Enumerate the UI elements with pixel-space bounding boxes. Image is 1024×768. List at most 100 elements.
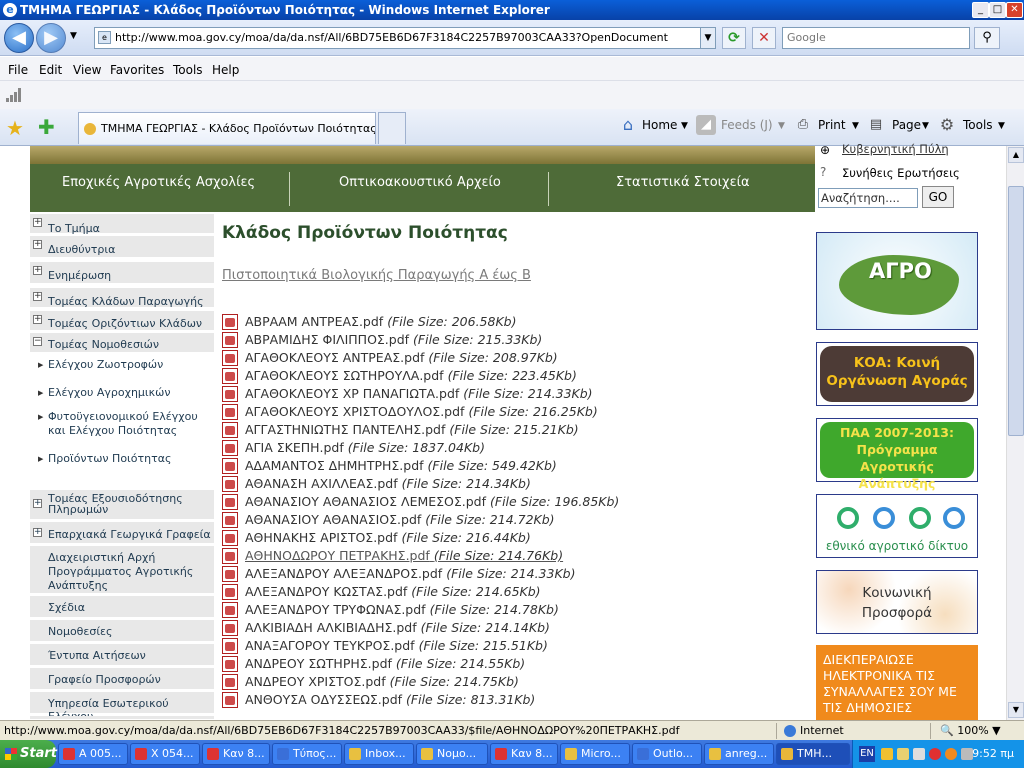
site-search-button[interactable]: GO bbox=[922, 186, 954, 208]
file-name[interactable]: ΑΛΕΞΑΝΔΡΟΥ ΚΩΣΤΑΣ.pdf bbox=[245, 584, 407, 599]
file-name[interactable]: ΑΔΑΜΑΝΤΟΣ ΔΗΜΗΤΡΗΣ.pdf bbox=[245, 458, 424, 473]
file-name[interactable]: ΑΓΑΘΟΚΛΕΟΥΣ ΑΝΤΡΕΑΣ.pdf bbox=[245, 350, 424, 365]
expand-icon[interactable]: + bbox=[33, 315, 42, 324]
file-link[interactable]: ΑΝΔΡΕΟΥ ΧΡΙΣΤΟΣ.pdf (File Size: 214.75Kb… bbox=[245, 674, 519, 689]
vertical-scrollbar[interactable]: ▲ ▼ bbox=[1006, 146, 1024, 720]
antivirus-tray-icon[interactable] bbox=[929, 748, 941, 760]
address-input[interactable]: e http://www.moa.gov.cy/moa/da/da.nsf/Al… bbox=[94, 27, 716, 49]
menu-file[interactable]: File bbox=[8, 63, 28, 77]
file-name[interactable]: ΑΝΘΟΥΣΑ ΟΔΥΣΣΕΩΣ.pdf bbox=[245, 692, 402, 707]
expand-icon[interactable]: + bbox=[33, 292, 42, 301]
taskbar-button[interactable]: Καν 8... bbox=[490, 743, 558, 765]
pdf-icon[interactable] bbox=[222, 350, 238, 366]
scroll-thumb[interactable] bbox=[1008, 186, 1024, 436]
update-tray-icon[interactable] bbox=[945, 748, 957, 760]
scroll-down-icon[interactable]: ▼ bbox=[1008, 702, 1024, 718]
file-link[interactable]: ΑΘΑΝΑΣΙΟΥ ΑΘΑΝΑΣΙΟΣ.pdf (File Size: 214.… bbox=[245, 512, 555, 527]
leftnav-sub-phytosanitary[interactable]: ▶ Φυτοϋγειονομικού Ελέγχου και Ελέγχου Π… bbox=[30, 410, 214, 442]
file-name[interactable]: ΑΓΑΘΟΚΛΕΟΥΣ ΧΡ ΠΑΝΑΓΙΩΤΑ.pdf bbox=[245, 386, 459, 401]
taskbar-button[interactable]: ΤΜΗ... bbox=[776, 743, 850, 765]
file-link[interactable]: ΑΝΘΟΥΣΑ ΟΔΥΣΣΕΩΣ.pdf (File Size: 813.31K… bbox=[245, 692, 535, 707]
file-link[interactable]: ΑΓΙΑ ΣΚΕΠΗ.pdf (File Size: 1837.04Kb) bbox=[245, 440, 485, 455]
taskbar-button[interactable]: Νομο... bbox=[416, 743, 488, 765]
leftnav-item-payment-authority[interactable]: + Τομέας Εξουσιοδότησης Πληρωμών bbox=[30, 490, 214, 520]
file-link[interactable]: ΑΛΕΞΑΝΔΡΟΥ ΚΩΣΤΑΣ.pdf (File Size: 214.65… bbox=[245, 584, 541, 599]
network-tray-icon[interactable] bbox=[913, 748, 925, 760]
leftnav-sub-quality-products[interactable]: ▶ Προϊόντων Ποιότητας bbox=[30, 452, 214, 470]
expand-icon[interactable]: + bbox=[33, 499, 42, 508]
file-name[interactable]: ΑΝΔΡΕΟΥ ΣΩΤΗΡΗΣ.pdf bbox=[245, 656, 392, 671]
leftnav-item-internal-audit[interactable]: Υπηρεσία Εσωτερικού Ελέγχου bbox=[30, 692, 214, 723]
leftnav-item-legislations[interactable]: Νομοθεσίες bbox=[30, 620, 214, 642]
history-dropdown-icon[interactable]: ▼ bbox=[70, 31, 77, 41]
expand-icon[interactable]: + bbox=[33, 218, 42, 227]
menu-view[interactable]: View bbox=[73, 63, 101, 77]
leftnav-item-tenders-office[interactable]: Γραφείο Προσφορών bbox=[30, 668, 214, 690]
banner-paa[interactable]: ΠΑΑ 2007-2013: Πρόγραμμα Αγροτικής Ανάπτ… bbox=[816, 418, 978, 491]
leftnav-item-production-sectors[interactable]: + Τομέας Κλάδων Παραγωγής bbox=[30, 288, 214, 308]
file-link[interactable]: ΑΛΚΙΒΙΑΔΗ ΑΛΚΙΒΙΑΔΗΣ.pdf (File Size: 214… bbox=[245, 620, 550, 635]
file-link[interactable]: ΑΛΕΞΑΝΔΡΟΥ ΤΡΥΦΩΝΑΣ.pdf (File Size: 214.… bbox=[245, 602, 559, 617]
outlook-tray-icon[interactable] bbox=[897, 748, 909, 760]
pdf-icon[interactable] bbox=[222, 314, 238, 330]
taskbar-button[interactable]: Outlo... bbox=[632, 743, 702, 765]
nav-audiovisual-archive[interactable]: Οπτικοακουστικό Αρχείο bbox=[339, 175, 501, 190]
maximize-button[interactable]: □ bbox=[989, 2, 1006, 18]
banner-koa[interactable]: ΚΟΑ: Κοινή Οργάνωση Αγοράς bbox=[816, 342, 978, 406]
file-name[interactable]: ΑΒΡΑΑΜ ΑΝΤΡΕΑΣ.pdf bbox=[245, 314, 383, 329]
pdf-icon[interactable] bbox=[222, 584, 238, 600]
pdf-icon[interactable] bbox=[222, 512, 238, 528]
print-icon[interactable]: ⎙ bbox=[793, 115, 813, 135]
leftnav-sub-agrochemicals[interactable]: ▶ Ελέγχου Αγροχημικών bbox=[30, 386, 214, 404]
file-name[interactable]: ΑΓΓΑΣΤΗΝΙΩΤΗΣ ΠΑΝΤΕΛΗΣ.pdf bbox=[245, 422, 445, 437]
address-dropdown-icon[interactable]: ▼ bbox=[700, 28, 715, 48]
file-link[interactable]: ΑΒΡΑΜΙΔΗΣ ΦΙΛΙΠΠΟΣ.pdf (File Size: 215.3… bbox=[245, 332, 542, 347]
pdf-icon[interactable] bbox=[222, 566, 238, 582]
taskbar-button[interactable]: A 005... bbox=[58, 743, 128, 765]
tools-dropdown-icon[interactable]: ▼ bbox=[998, 121, 1005, 131]
taskbar-button[interactable]: Micro... bbox=[560, 743, 630, 765]
taskbar-button[interactable]: Καν 8... bbox=[202, 743, 270, 765]
pdf-icon[interactable] bbox=[222, 602, 238, 618]
leftnav-item-application-forms[interactable]: Έντυπα Αιτήσεων bbox=[30, 644, 214, 666]
banner-agro[interactable]: ΑΓΡΟ bbox=[816, 232, 978, 330]
search-input[interactable]: Google bbox=[782, 27, 970, 49]
file-name[interactable]: ΑΘΑΝΑΣΗ ΑΧΙΛΛΕΑΣ.pdf bbox=[245, 476, 398, 491]
file-link[interactable]: ΑΓΑΘΟΚΛΕΟΥΣ ΧΡ ΠΑΝΑΓΙΩΤΑ.pdf (File Size:… bbox=[245, 386, 593, 401]
expand-icon[interactable]: + bbox=[33, 528, 42, 537]
leftnav-item-director[interactable]: + Διευθύντρια bbox=[30, 236, 214, 258]
pdf-icon[interactable] bbox=[222, 476, 238, 492]
file-name[interactable]: ΑΛΕΞΑΝΔΡΟΥ ΤΡΥΦΩΝΑΣ.pdf bbox=[245, 602, 426, 617]
leftnav-item-department[interactable]: + Το Τμήμα bbox=[30, 214, 214, 235]
pdf-icon[interactable] bbox=[222, 368, 238, 384]
page-menu-button[interactable]: Page bbox=[892, 118, 921, 132]
print-dropdown-icon[interactable]: ▼ bbox=[852, 121, 859, 131]
file-link[interactable]: ΑΘΑΝΑΣΙΟΥ ΑΘΑΝΑΣΙΟΣ ΛΕΜΕΣΟΣ.pdf (File Si… bbox=[245, 494, 619, 509]
add-favorite-icon[interactable]: ✚ bbox=[38, 115, 55, 139]
back-icon[interactable]: ◀ bbox=[4, 23, 34, 53]
file-link[interactable]: ΑΓΑΘΟΚΛΕΟΥΣ ΑΝΤΡΕΑΣ.pdf (File Size: 208.… bbox=[245, 350, 558, 365]
file-link[interactable]: ΑΓΓΑΣΤΗΝΙΩΤΗΣ ΠΑΝΤΕΛΗΣ.pdf (File Size: 2… bbox=[245, 422, 579, 437]
link-gov-portal[interactable]: Κυβερνητική Πύλη bbox=[842, 142, 949, 156]
tools-gear-icon[interactable]: ⚙ bbox=[937, 115, 957, 135]
pdf-icon[interactable] bbox=[222, 656, 238, 672]
file-name[interactable]: ΑΝΔΡΕΟΥ ΧΡΙΣΤΟΣ.pdf bbox=[245, 674, 386, 689]
banner-rural-network[interactable]: εθνικό αγροτικό δίκτυο bbox=[816, 494, 978, 558]
leftnav-item-news[interactable]: + Ενημέρωση bbox=[30, 262, 214, 284]
pdf-icon[interactable] bbox=[222, 620, 238, 636]
home-icon[interactable]: ⌂ bbox=[618, 115, 638, 135]
scroll-up-icon[interactable]: ▲ bbox=[1008, 147, 1024, 163]
home-button[interactable]: Home bbox=[642, 118, 677, 132]
file-name[interactable]: ΑΛΕΞΑΝΔΡΟΥ ΑΛΕΞΑΝΔΡΟΣ.pdf bbox=[245, 566, 442, 581]
pdf-icon[interactable] bbox=[222, 674, 238, 690]
nav-seasonal-jobs[interactable]: Εποχικές Αγροτικές Ασχολίες bbox=[62, 175, 255, 190]
pdf-icon[interactable] bbox=[222, 422, 238, 438]
leftnav-item-schemes[interactable]: Σχέδια bbox=[30, 596, 214, 618]
new-tab-button[interactable] bbox=[378, 112, 406, 144]
close-button[interactable]: ✕ bbox=[1006, 2, 1023, 18]
favorites-star-icon[interactable]: ★ bbox=[6, 116, 24, 140]
pdf-icon[interactable] bbox=[222, 494, 238, 510]
link-faq[interactable]: Συνήθεις Ερωτήσεις bbox=[842, 166, 960, 180]
menu-tools[interactable]: Tools bbox=[173, 63, 203, 77]
file-link[interactable]: ΑΝΔΡΕΟΥ ΣΩΤΗΡΗΣ.pdf (File Size: 214.55Kb… bbox=[245, 656, 525, 671]
